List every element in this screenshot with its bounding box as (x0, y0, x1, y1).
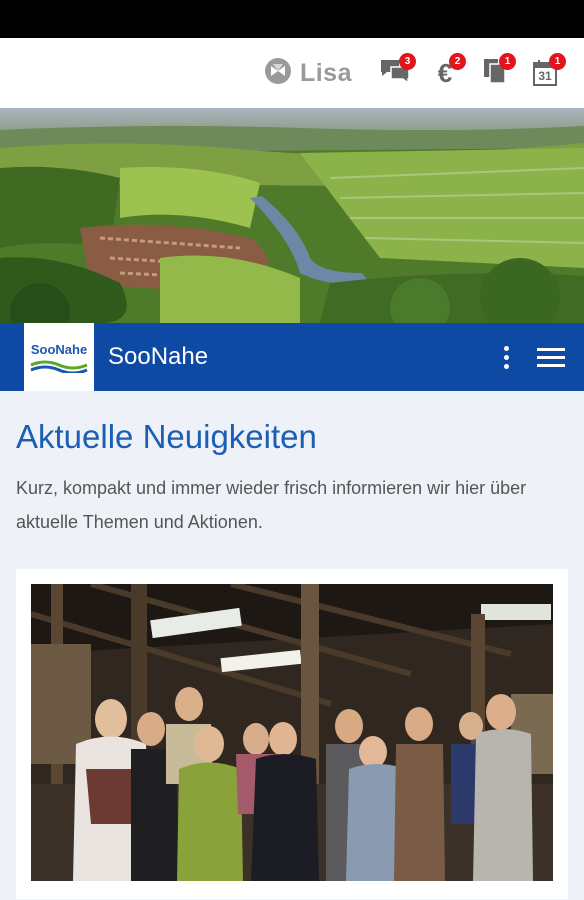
calendar-badge: 1 (549, 53, 566, 70)
page-title: Aktuelle Neuigkeiten (16, 418, 317, 455)
calendar-date: 31 (538, 69, 552, 83)
messages-button[interactable]: 3 (370, 53, 420, 93)
news-photo (31, 584, 553, 881)
documents-badge: 1 (499, 53, 516, 70)
intro-text: Kurz, kompakt und immer wieder frisch in… (16, 478, 527, 532)
news-card[interactable] (16, 569, 568, 899)
brand-logo[interactable]: SooNahe (24, 323, 94, 391)
status-bar (0, 0, 584, 38)
documents-button[interactable]: 1 (470, 53, 520, 93)
more-options-icon[interactable] (486, 337, 526, 377)
brand-bar: SooNahe SooNahe (0, 323, 584, 391)
menu-icon[interactable] (526, 337, 576, 377)
brand-name: SooNahe (108, 343, 209, 370)
logo-wave-icon (30, 360, 88, 373)
user-profile[interactable]: Lisa (264, 57, 352, 90)
payments-button[interactable]: € 2 (420, 53, 470, 93)
top-toolbar: Lisa 3 € 2 1 31 1 (0, 38, 584, 108)
hero-landscape-image (0, 108, 584, 323)
calendar-button[interactable]: 31 1 (520, 53, 570, 93)
main-content: Aktuelle Neuigkeiten Kurz, kompakt und i… (0, 391, 584, 899)
messages-badge: 3 (399, 53, 416, 70)
logo-text: SooNahe (30, 341, 88, 357)
user-logo-icon (264, 57, 292, 90)
user-name: Lisa (299, 58, 352, 87)
payments-badge: 2 (449, 53, 466, 70)
